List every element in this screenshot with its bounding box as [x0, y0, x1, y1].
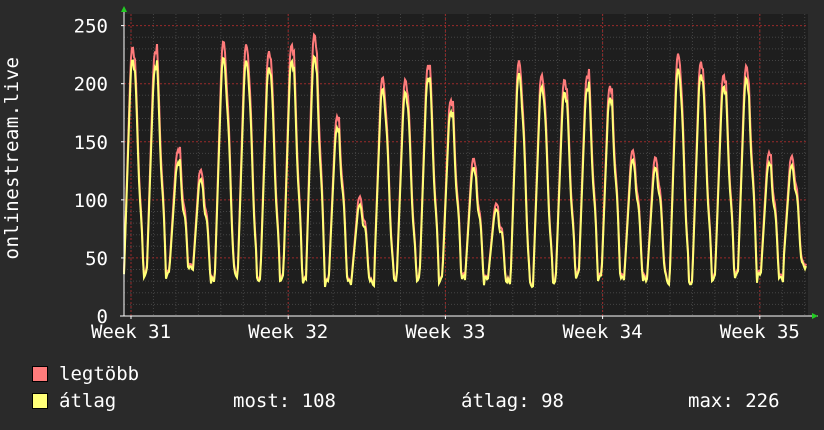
x-tick-label: Week 35: [720, 321, 800, 343]
x-tick-label: Week 32: [248, 321, 328, 343]
y-tick-label: 250: [74, 16, 108, 38]
stat-average: átlag: 98: [461, 390, 564, 412]
stat-current: most: 108: [233, 390, 336, 412]
y-tick-label: 100: [74, 190, 108, 212]
legend-label-avg: átlag: [59, 390, 117, 412]
y-tick-label: 50: [85, 248, 108, 270]
stat-max: max: 226: [688, 390, 780, 412]
x-axis-arrow-icon: [812, 313, 818, 319]
y-axis-title: onlinestream.live: [0, 0, 24, 316]
y-axis-title-text: onlinestream.live: [1, 56, 23, 260]
legend-swatch-avg: [32, 393, 48, 409]
x-tick-label: Week 33: [405, 321, 485, 343]
x-tick-label: Week 31: [91, 321, 171, 343]
y-axis-arrow-icon: [121, 6, 127, 12]
legend-swatch-max: [32, 366, 48, 382]
y-tick-label: 150: [74, 132, 108, 154]
y-tick-label: 200: [74, 74, 108, 96]
legend-label-max: legtöbb: [59, 363, 140, 385]
x-tick-label: Week 34: [563, 321, 643, 343]
